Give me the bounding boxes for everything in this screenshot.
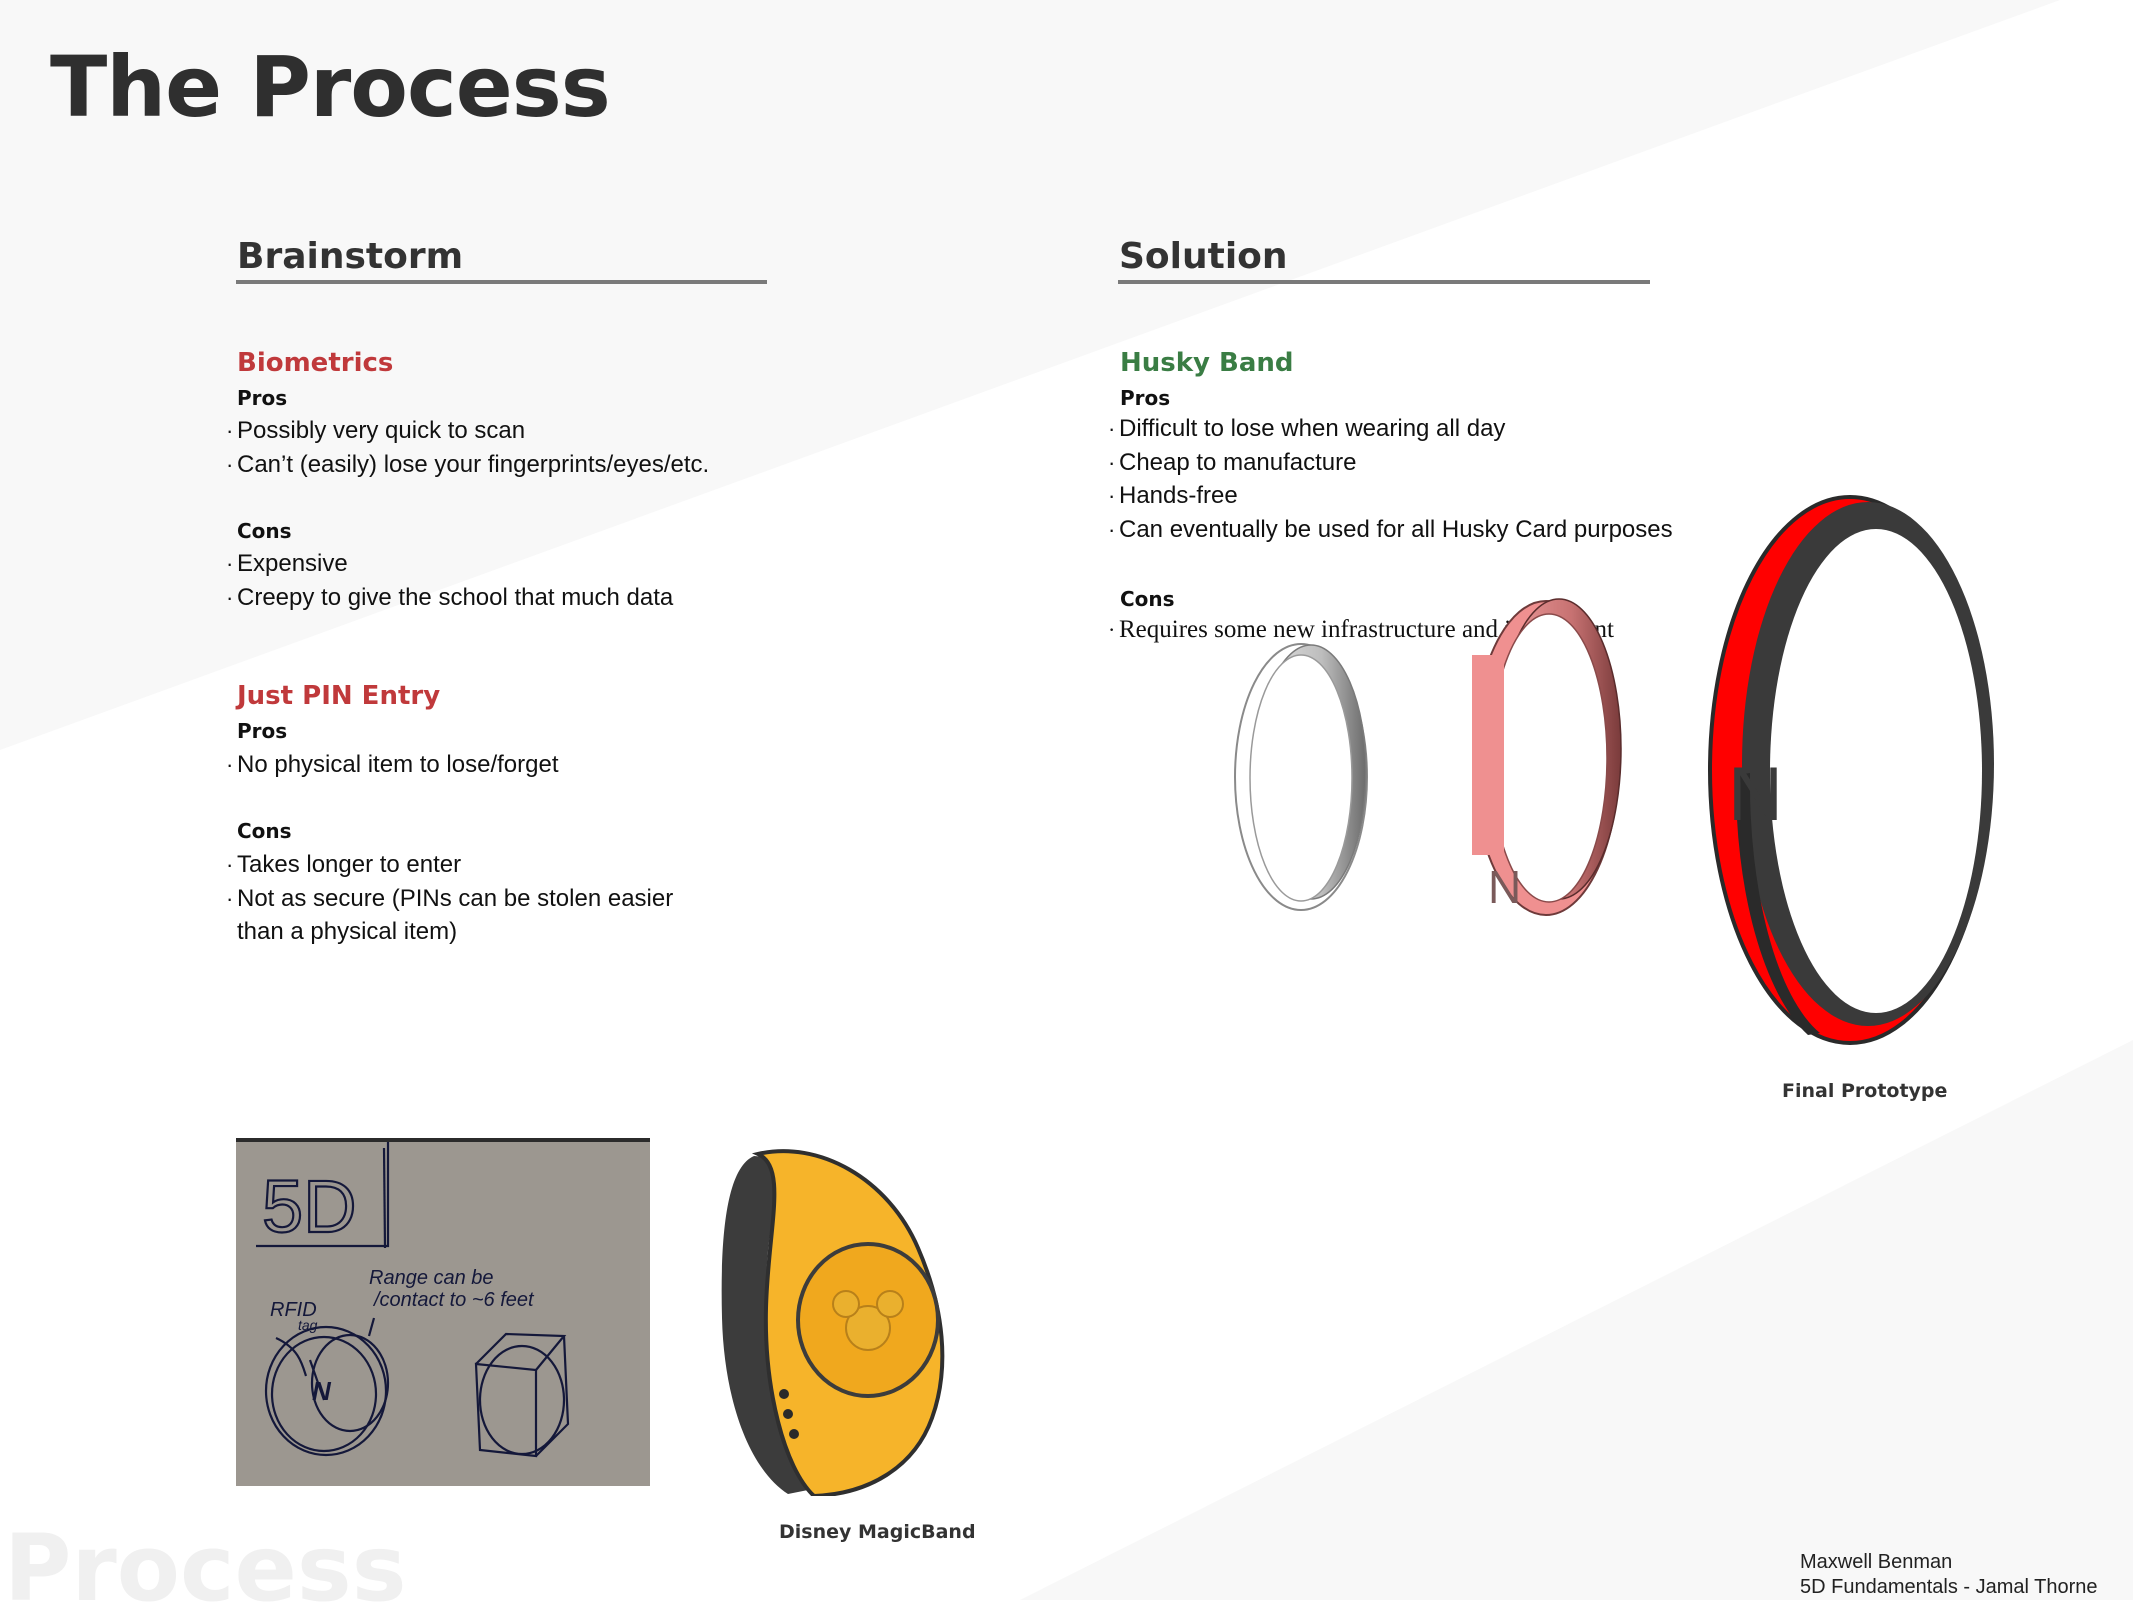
list-item: · Possibly very quick to scan — [226, 417, 526, 444]
sketch-note-line2: /contact to ~6 feet — [372, 1289, 535, 1311]
list-item: · Difficult to lose when wearing all day — [1108, 415, 1506, 442]
pin-entry-title: Just PIN Entry — [237, 681, 441, 711]
pin-cons-label: Cons — [237, 819, 292, 843]
biometrics-pros-label: Pros — [237, 386, 288, 410]
list-item: than a physical item) — [237, 918, 458, 945]
background-bottom-band — [1020, 1040, 2133, 1600]
biometrics-pros-list: · Possibly very quick to scan · Can’t (eas… — [226, 414, 709, 481]
pin-pros-list: · No physical item to lose/forget — [226, 748, 558, 782]
author-name: Maxwell Benman — [1800, 1551, 1953, 1573]
red-band-letter: N — [1728, 752, 1783, 837]
prototype-bands: N N — [1234, 495, 1994, 1045]
list-item: · Cheap to manufacture — [1108, 448, 1357, 476]
list-item: · Not as secure (PINs can be stolen easie… — [226, 884, 674, 912]
solution-underline — [1118, 280, 1650, 284]
brainstorm-heading: Brainstorm — [237, 236, 464, 277]
list-item: · Expensive — [226, 550, 348, 577]
magicband-image — [721, 1149, 945, 1496]
list-item: · Can’t (easily) lose your fingerprints/e… — [226, 450, 710, 478]
sketch-band-letter: N — [312, 1376, 332, 1406]
sketch-title: 5D — [262, 1165, 357, 1248]
biometrics-title: Biometrics — [237, 348, 394, 378]
biometrics-cons-list: · Expensive · Creepy to give the school th… — [226, 547, 673, 614]
husky-pros-label: Pros — [1120, 386, 1171, 410]
sketch-tag-line2: tag — [298, 1317, 318, 1333]
sketch-photo: 5D Range can be /contact to ~6 feet RFID… — [236, 1138, 650, 1486]
final-prototype-caption: Final Prototype — [1782, 1080, 1948, 1102]
pink-band: N — [1472, 598, 1622, 916]
list-item: · Creepy to give the school that much dat… — [226, 583, 674, 611]
white-band — [1234, 643, 1368, 911]
pin-pros-label: Pros — [237, 719, 288, 743]
husky-cons-label: Cons — [1120, 587, 1175, 611]
page-title: The Process — [50, 38, 611, 136]
solution-heading: Solution — [1119, 236, 1288, 277]
list-item: · No physical item to lose/forget — [226, 751, 559, 778]
magicband-caption: Disney MagicBand — [779, 1521, 976, 1543]
husky-band-title: Husky Band — [1120, 348, 1294, 378]
sketch-note-line1: Range can be — [369, 1267, 494, 1289]
pin-cons-list: · Takes longer to enter · Not as secure (P… — [226, 848, 673, 949]
credits: Maxwell Benman 5D Fundamentals - Jamal T… — [1800, 1550, 2098, 1600]
biometrics-cons-label: Cons — [237, 519, 292, 543]
red-band-final-prototype: N — [1708, 495, 1994, 1045]
brainstorm-underline — [236, 280, 767, 284]
list-item: · Takes longer to enter — [226, 851, 462, 878]
process-watermark: Process — [4, 1515, 407, 1622]
course-info: 5D Fundamentals - Jamal Thorne — [1800, 1576, 2098, 1598]
pink-band-letter: N — [1488, 861, 1521, 913]
